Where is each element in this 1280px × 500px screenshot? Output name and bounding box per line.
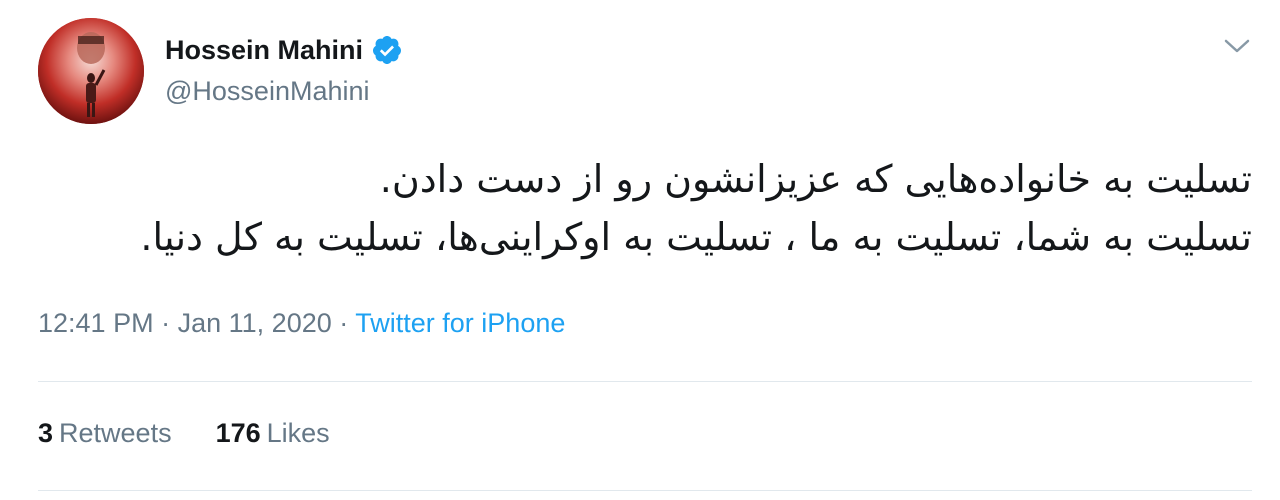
meta-separator: · [339, 308, 349, 338]
tweet-metadata: 12:41 PM · Jan 11, 2020 · Twitter for iP… [38, 308, 565, 339]
likes-stat[interactable]: 176 Likes [216, 418, 330, 449]
retweets-count: 3 [38, 418, 54, 448]
author-handle[interactable]: @HosseinMahini [165, 76, 370, 107]
tweet-text-line: تسلیت به شما، تسلیت به ما ، تسلیت به اوک… [140, 215, 1252, 259]
retweets-stat[interactable]: 3 Retweets [38, 418, 172, 449]
chevron-down-icon[interactable] [1222, 36, 1252, 56]
meta-separator: · [161, 308, 171, 338]
likes-label: Likes [266, 418, 330, 448]
avatar[interactable] [38, 18, 144, 124]
tweet-date[interactable]: Jan 11, 2020 [178, 308, 332, 338]
tweet-text: تسلیت به خانواده‌هایی که عزیزانشون رو از… [32, 150, 1252, 266]
tweet-text-line: تسلیت به خانواده‌هایی که عزیزانشون رو از… [379, 157, 1252, 201]
author-display-name[interactable]: Hossein Mahini [165, 35, 363, 66]
likes-count: 176 [215, 418, 261, 448]
divider [38, 381, 1252, 382]
tweet-stats: 3 Retweets 176 Likes [38, 418, 374, 449]
author-name-row[interactable]: Hossein Mahini [165, 30, 403, 70]
verified-badge-icon [373, 36, 402, 64]
tweet-card: Hossein Mahini @HosseinMahini تسلیت به خ… [0, 0, 1280, 500]
avatar-image [38, 18, 144, 124]
retweets-label: Retweets [59, 418, 172, 448]
divider [38, 490, 1252, 491]
tweet-source-link[interactable]: Twitter for iPhone [355, 308, 565, 338]
tweet-time[interactable]: 12:41 PM [38, 308, 154, 338]
